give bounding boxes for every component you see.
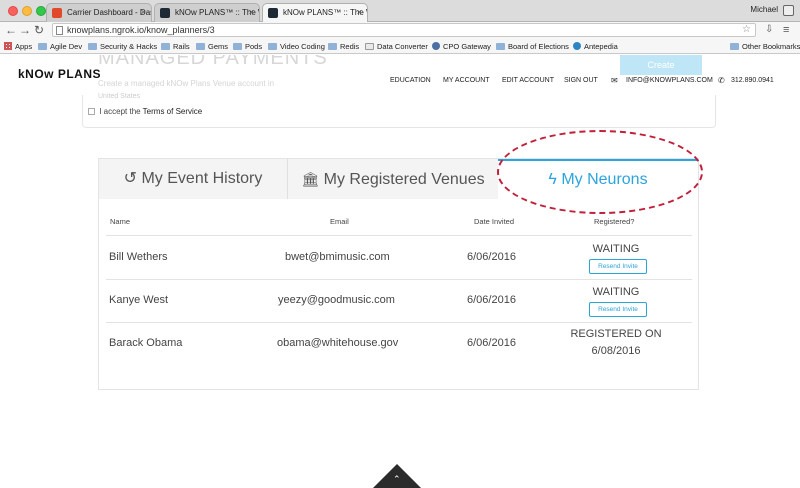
knowplans-favicon-icon bbox=[268, 8, 278, 18]
invitee-name: Kanye West bbox=[109, 294, 169, 306]
date-invited: 6/06/2016 bbox=[467, 337, 516, 349]
folder-icon bbox=[233, 43, 242, 50]
browser-tab-2[interactable]: kNOw PLANS™ :: The Wo × bbox=[154, 3, 260, 22]
bank-icon: 🏛 bbox=[301, 171, 320, 187]
column-header-email: Email bbox=[330, 217, 349, 226]
date-invited: 6/06/2016 bbox=[467, 294, 516, 306]
row-divider bbox=[106, 279, 692, 280]
nav-edit-account[interactable]: EDIT ACCOUNT bbox=[502, 77, 554, 84]
annotation-highlight-ellipse bbox=[497, 130, 703, 214]
tab-my-registered-venues[interactable]: 🏛 My Registered Venues bbox=[288, 159, 498, 199]
bookmark-agile-dev[interactable]: Agile Dev bbox=[38, 42, 82, 51]
folder-icon bbox=[328, 43, 337, 50]
browser-tab-3-active[interactable]: kNOw PLANS™ :: The Wo × bbox=[262, 3, 368, 23]
apps-grid-icon bbox=[4, 42, 12, 50]
envelope-icon: ✉ bbox=[611, 76, 618, 85]
profile-name[interactable]: Michael bbox=[750, 5, 778, 14]
terms-checkbox-row[interactable]: I accept the Terms of Service bbox=[88, 107, 202, 116]
invitee-email: bwet@bmimusic.com bbox=[285, 251, 390, 263]
resend-invite-button[interactable]: Resend Invite bbox=[589, 302, 647, 317]
bookmark-data-converter[interactable]: Data Converter bbox=[365, 42, 428, 51]
folder-icon bbox=[496, 43, 505, 50]
close-tab-icon[interactable]: × bbox=[249, 7, 254, 17]
nav-sign-out[interactable]: SIGN OUT bbox=[564, 77, 598, 84]
registration-status: REGISTERED ON bbox=[570, 328, 662, 340]
nav-my-account[interactable]: MY ACCOUNT bbox=[443, 77, 490, 84]
column-header-registered: Registered? bbox=[594, 217, 635, 226]
globe-icon bbox=[432, 42, 440, 50]
close-tab-icon[interactable]: × bbox=[141, 7, 146, 17]
bookmark-other[interactable]: Other Bookmarks bbox=[730, 42, 800, 51]
bookmark-pods[interactable]: Pods bbox=[233, 42, 262, 51]
extension-icon[interactable]: ⇩ bbox=[765, 23, 773, 37]
back-arrow-icon[interactable]: ← bbox=[5, 23, 17, 37]
bookmark-redis[interactable]: Redis bbox=[328, 42, 359, 51]
bookmark-board-of-elections[interactable]: Board of Elections bbox=[496, 42, 569, 51]
close-tab-icon[interactable]: × bbox=[357, 7, 362, 17]
terms-checkbox[interactable] bbox=[88, 108, 95, 115]
bookmark-apps[interactable]: Apps bbox=[4, 42, 32, 51]
bookmarks-bar: Apps Agile Dev Security & Hacks Rails Ge… bbox=[0, 39, 800, 54]
folder-icon bbox=[268, 43, 277, 50]
invitee-name: Bill Wethers bbox=[109, 251, 168, 263]
history-icon: ↺ bbox=[123, 170, 138, 187]
page-icon bbox=[56, 26, 63, 35]
invitee-email: obama@whitehouse.gov bbox=[277, 337, 399, 349]
registration-status: WAITING bbox=[592, 243, 640, 255]
column-header-name: Name bbox=[110, 217, 131, 226]
bookmark-rails[interactable]: Rails bbox=[161, 42, 190, 51]
bookmark-gems[interactable]: Gems bbox=[196, 42, 228, 51]
address-bar[interactable]: knowplans.ngrok.io/know_planners/3 ☆ bbox=[52, 23, 756, 37]
bookmark-star-icon[interactable]: ☆ bbox=[742, 24, 751, 35]
bookmark-cpo-gateway[interactable]: CPO Gateway bbox=[432, 42, 491, 51]
reload-icon[interactable]: ↻ bbox=[34, 23, 44, 37]
tab-my-event-history[interactable]: ↺ My Event History bbox=[99, 159, 287, 199]
bookmark-security-hacks[interactable]: Security & Hacks bbox=[88, 42, 157, 51]
column-header-date-invited: Date Invited bbox=[474, 217, 515, 226]
invitee-email: yeezy@goodmusic.com bbox=[278, 294, 395, 306]
site-logo[interactable]: kNOw PLANS bbox=[18, 67, 101, 81]
knowplans-favicon-icon bbox=[160, 8, 170, 18]
terms-link[interactable]: Terms of Service bbox=[143, 107, 203, 116]
folder-icon bbox=[88, 43, 97, 50]
folder-icon bbox=[730, 43, 739, 50]
window-icon[interactable] bbox=[783, 5, 794, 16]
nav-phone[interactable]: 312.890.0941 bbox=[731, 77, 774, 84]
nav-email[interactable]: INFO@KNOWPLANS.COM bbox=[626, 77, 713, 84]
chevron-up-icon: ⌃ bbox=[393, 474, 401, 484]
invitee-name: Barack Obama bbox=[109, 337, 183, 349]
registration-status: WAITING bbox=[592, 286, 640, 298]
carrier-favicon-icon bbox=[52, 8, 62, 18]
tab-title: kNOw PLANS™ :: The Wo bbox=[283, 8, 367, 17]
row-divider bbox=[106, 322, 692, 323]
header-divider bbox=[106, 235, 692, 236]
minimize-window-button[interactable] bbox=[22, 6, 32, 16]
close-window-button[interactable] bbox=[8, 6, 18, 16]
folder-icon bbox=[161, 43, 170, 50]
browser-tab-strip: Carrier Dashboard - Dashi × kNOw PLANS™ … bbox=[0, 0, 800, 23]
browser-tab-1[interactable]: Carrier Dashboard - Dashi × bbox=[46, 3, 152, 22]
registration-date: 6/08/2016 bbox=[591, 345, 641, 357]
folder-icon bbox=[365, 43, 374, 50]
phone-icon: ✆ bbox=[718, 76, 725, 85]
url-text: knowplans.ngrok.io/know_planners/3 bbox=[67, 25, 215, 35]
forward-arrow-icon[interactable]: → bbox=[19, 23, 31, 37]
bookmark-video-coding[interactable]: Video Coding bbox=[268, 42, 325, 51]
tab-title: kNOw PLANS™ :: The Wo bbox=[175, 8, 259, 17]
nav-education[interactable]: EDUCATION bbox=[390, 77, 431, 84]
folder-icon bbox=[38, 43, 47, 50]
folder-icon bbox=[196, 43, 205, 50]
resend-invite-button[interactable]: Resend Invite bbox=[589, 259, 647, 274]
date-invited: 6/06/2016 bbox=[467, 251, 516, 263]
site-navbar: kNOw PLANS EDUCATION MY ACCOUNT EDIT ACC… bbox=[0, 55, 800, 105]
scroll-to-top-button[interactable]: ⌃ bbox=[373, 464, 421, 488]
menu-icon[interactable]: ≡ bbox=[783, 23, 789, 37]
browser-toolbar: ← → ↻ knowplans.ngrok.io/know_planners/3… bbox=[0, 22, 800, 39]
tab-title: Carrier Dashboard - Dashi bbox=[67, 8, 152, 17]
zoom-window-button[interactable] bbox=[36, 6, 46, 16]
antepedia-icon bbox=[573, 42, 581, 50]
bookmark-antepedia[interactable]: Antepedia bbox=[573, 42, 618, 51]
